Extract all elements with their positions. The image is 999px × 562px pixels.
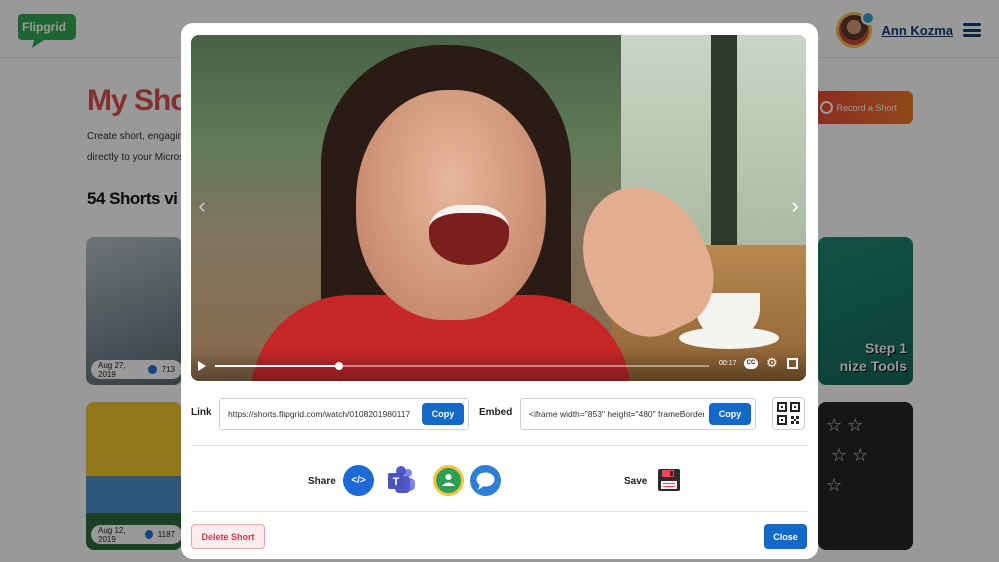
video-person-mouth [429, 205, 509, 265]
link-url-input[interactable] [228, 399, 418, 429]
settings-gear-icon[interactable]: ⚙ [766, 355, 778, 371]
closed-captions-icon[interactable]: CC [744, 358, 758, 369]
floppy-disk-icon[interactable] [657, 468, 681, 492]
qr-code-button[interactable] [772, 397, 805, 430]
copy-link-button[interactable]: Copy [422, 403, 464, 425]
embed-field: Copy [520, 398, 756, 430]
teams-logo-shape: T [388, 466, 415, 493]
link-field: Copy [219, 398, 469, 430]
floppy-shape [658, 469, 680, 491]
video-player[interactable]: ‹ › 00:17 CC ⚙ [191, 35, 806, 381]
close-modal-button[interactable]: Close [764, 524, 807, 549]
fullscreen-icon[interactable] [787, 358, 798, 369]
embed-code-icon[interactable]: </> [343, 465, 374, 496]
play-icon[interactable] [198, 361, 206, 371]
classroom-logo-shape [442, 474, 455, 486]
remind-logo-shape [476, 472, 495, 490]
embed-code-input[interactable] [529, 399, 704, 429]
link-label: Link [191, 407, 212, 418]
microsoft-teams-icon[interactable]: T [386, 465, 417, 496]
copy-embed-button[interactable]: Copy [709, 403, 751, 425]
embed-label: Embed [479, 407, 513, 418]
video-window-frame [711, 35, 737, 275]
delete-short-button[interactable]: Delete Short [191, 524, 265, 549]
video-scrubber-handle[interactable] [334, 362, 343, 370]
link-embed-row: Link Copy Embed Copy [191, 397, 808, 433]
svg-text:T: T [393, 476, 400, 488]
save-label: Save [624, 476, 648, 487]
video-controls: 00:17 CC ⚙ [191, 347, 806, 381]
video-progress-fill [215, 365, 339, 367]
modal-divider [191, 445, 808, 446]
video-scrubber[interactable] [215, 362, 709, 370]
modal-divider [191, 511, 808, 512]
share-label: Share [308, 476, 336, 487]
google-classroom-icon[interactable] [433, 465, 464, 496]
previous-video-arrow-icon[interactable]: ‹ [193, 193, 211, 219]
remind-icon[interactable] [470, 465, 501, 496]
share-short-modal: ‹ › 00:17 CC ⚙ Link Copy Embed Copy [181, 23, 818, 559]
qr-code-icon [777, 402, 800, 425]
video-current-time: 00:17 [719, 360, 737, 367]
next-video-arrow-icon[interactable]: › [786, 193, 804, 219]
